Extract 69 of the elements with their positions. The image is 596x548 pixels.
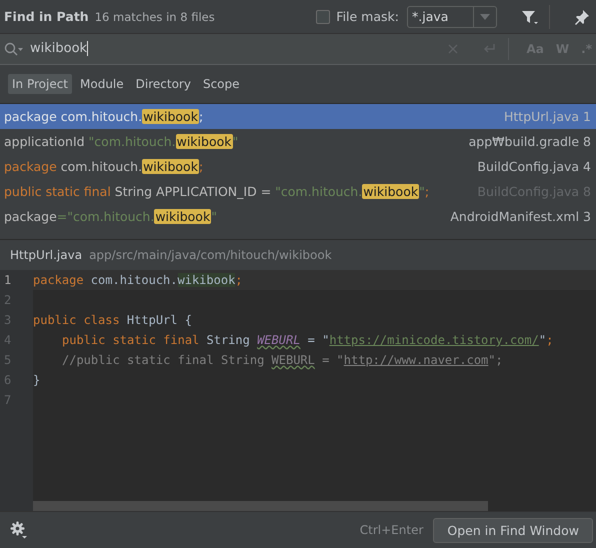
match-highlight: wikibook (154, 209, 212, 224)
keyword-text: public static final (4, 184, 112, 199)
settings-icon[interactable] (10, 521, 28, 539)
match-highlight: wikibook (176, 134, 232, 149)
dialog-title: Find in Path (4, 9, 89, 24)
keyword-text: ; (198, 159, 204, 174)
string-text: "com.hitouch. (275, 184, 362, 199)
code-text: ; (198, 109, 204, 124)
file-location: AndroidManifest.xml 3 (450, 209, 591, 224)
keyword-text: ; (424, 184, 430, 199)
preview-file-path: app/src/main/java/com/hitouch/wikibook (89, 248, 332, 262)
code-text: package (4, 209, 57, 224)
code-text: } (33, 373, 40, 387)
match-highlight: wikibook (362, 184, 420, 199)
keyword-text: ; (235, 273, 243, 287)
field-name: WEBURL (257, 333, 300, 347)
match-highlight: wikibook (142, 109, 199, 124)
scope-tab[interactable]: Module (76, 74, 128, 94)
file-location: HttpUrl.java 1 (504, 109, 591, 124)
string-text: "com.hitouch. (88, 134, 176, 149)
string-text: " (232, 134, 238, 149)
code-text: " (538, 333, 546, 347)
file-mask-checkbox[interactable] (316, 10, 330, 24)
match-highlight: wikibook (178, 273, 236, 287)
string-text: " (419, 184, 425, 199)
clear-icon[interactable] (448, 44, 458, 54)
typo-word: WEBURL (272, 353, 315, 367)
match-highlight: wikibook (142, 159, 199, 174)
scope-tab[interactable]: Directory (132, 74, 195, 94)
result-row[interactable]: package="com.hitouch.wikibook" AndroidManifest.xml 3 (0, 204, 596, 229)
open-in-find-window-button[interactable]: Open in Find Window (433, 518, 593, 542)
match-summary: 16 matches in 8 files (94, 10, 215, 24)
result-row[interactable]: package com.hitouch.wikibook; HttpUrl.java 1 (0, 104, 596, 129)
file-mask-label: File mask: (336, 9, 399, 24)
code-text: String APPLICATION_ID = (114, 184, 272, 199)
file-location: app₩build.gradle 8 (468, 134, 591, 149)
comment-text: //public static final String (62, 353, 266, 367)
dropdown-caret-icon (480, 14, 490, 20)
scope-tab[interactable]: Scope (198, 74, 244, 94)
comment-url: http://www.naver.com (344, 353, 488, 367)
newline-icon[interactable] (482, 43, 496, 55)
filter-icon[interactable] (521, 8, 539, 24)
comment-text: "; (488, 353, 503, 367)
result-row[interactable]: package com.hitouch.wikibook; BuildConfig.java 4 (0, 154, 596, 179)
code-text: com.hitouch. (90, 273, 178, 287)
keyword-text: package (33, 273, 85, 287)
comment-text: = " (321, 353, 344, 367)
line-number: 1 (3, 272, 12, 289)
code-text: = " (306, 333, 330, 347)
shortcut-hint: Ctrl+Enter (360, 523, 424, 537)
code-text: com.hitouch. (60, 159, 142, 174)
keyword-text: package (4, 159, 58, 174)
keyword-text: public static final (62, 333, 200, 347)
string-text: " (211, 209, 217, 224)
horizontal-scrollbar[interactable] (33, 501, 488, 511)
keyword-text: ; (546, 333, 554, 347)
file-location: BuildConfig.java 4 (477, 159, 591, 174)
code-text: applicationId (4, 134, 86, 149)
file-mask-dropdown[interactable]: *.java (407, 6, 497, 28)
keyword-text: public class (33, 313, 121, 327)
string-text: ="com.hitouch. (56, 209, 154, 224)
code-text: package com.hitouch. (4, 109, 142, 124)
preview-file-name: HttpUrl.java (10, 248, 82, 262)
code-text: String (206, 333, 251, 347)
result-row[interactable]: applicationId "com.hitouch.wikibook" app₩build.gradle 8 (0, 129, 596, 154)
pin-icon[interactable] (574, 8, 590, 24)
scope-tab[interactable]: In Project (8, 74, 72, 94)
search-icon (4, 42, 24, 56)
code-text: HttpUrl { (126, 313, 192, 327)
